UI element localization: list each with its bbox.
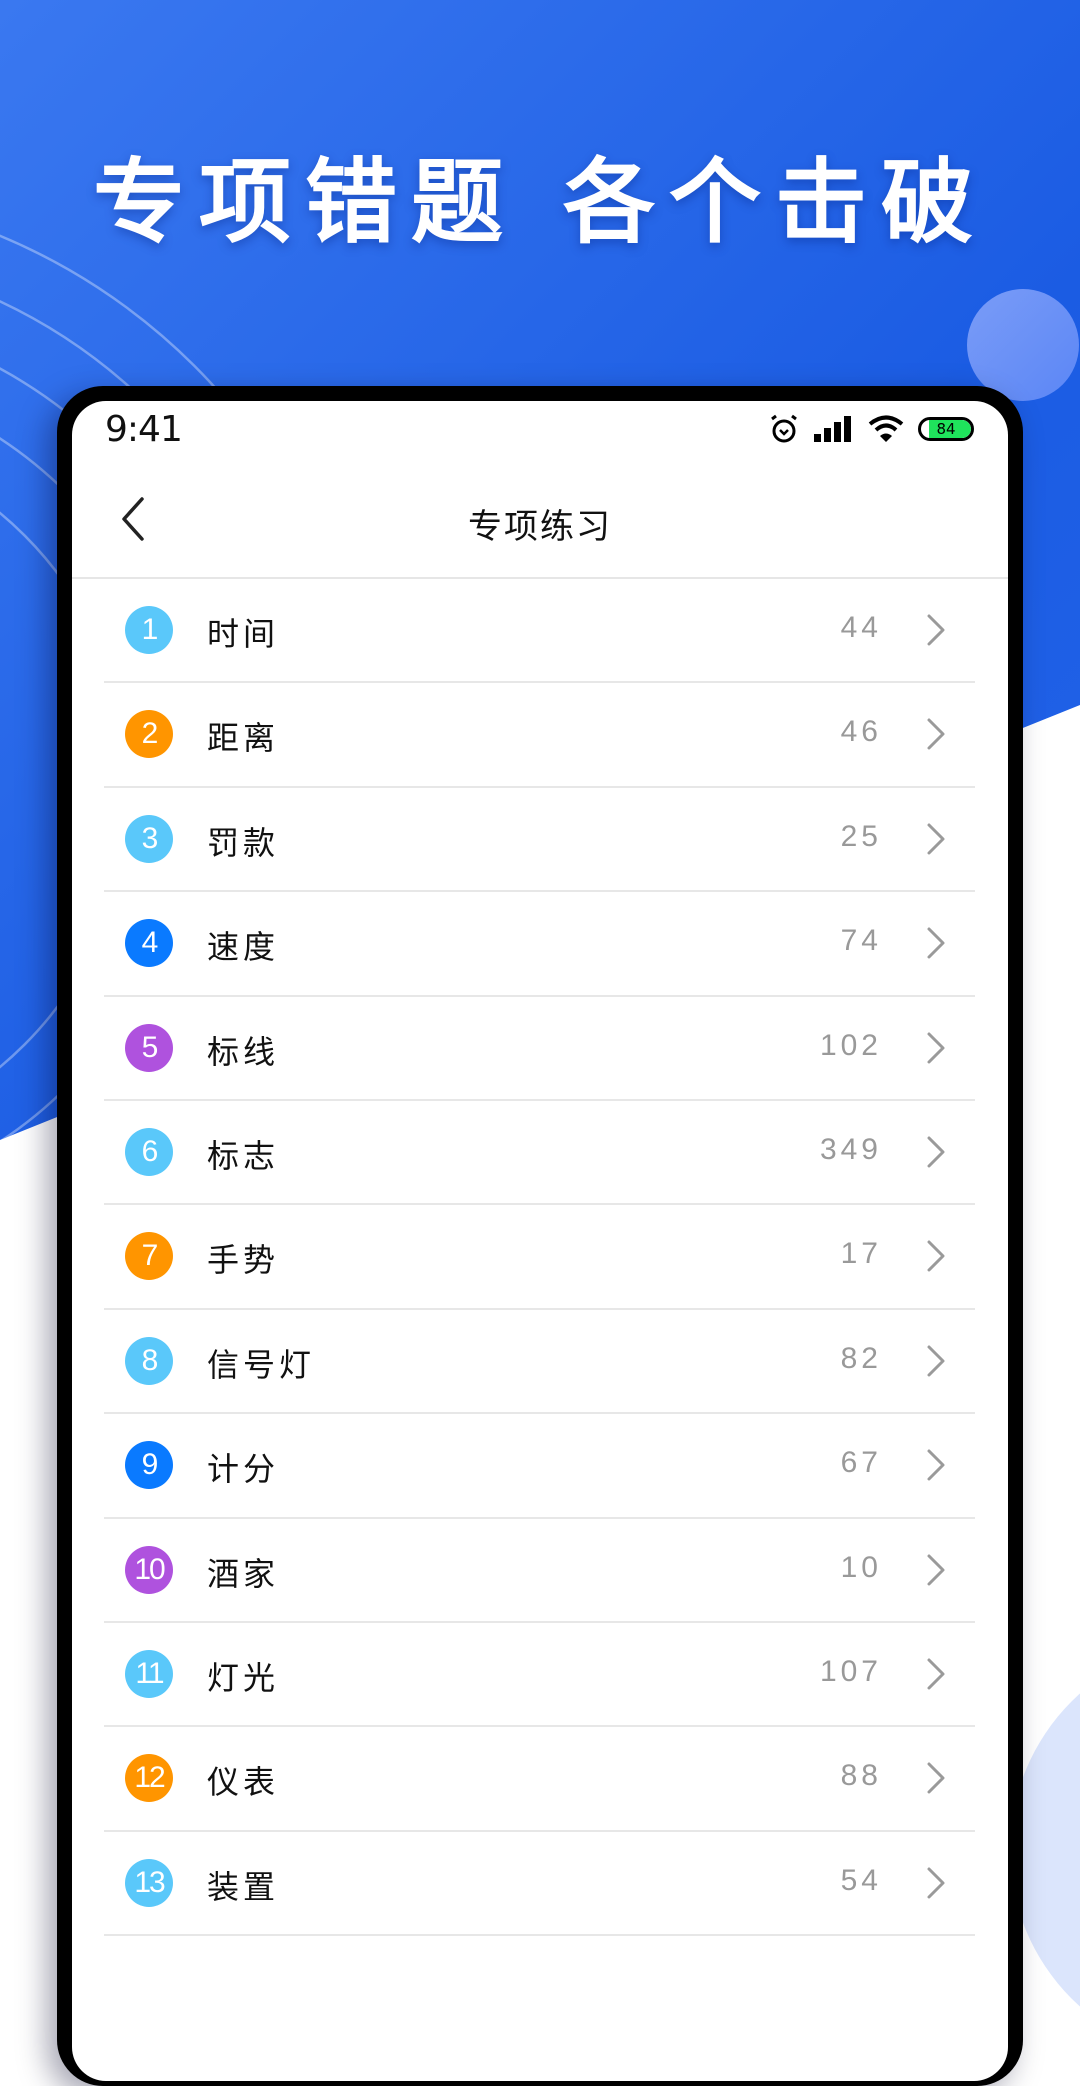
- list-item[interactable]: 2 距离 46: [72, 683, 1008, 789]
- question-count: 88: [840, 1759, 882, 1793]
- chevron-right-icon: [927, 1554, 945, 1586]
- question-count: 54: [840, 1863, 882, 1897]
- index-badge: 10: [125, 1545, 173, 1594]
- question-count: 10: [840, 1550, 882, 1584]
- index-badge: 1: [125, 606, 173, 654]
- chevron-right-icon: [927, 1032, 945, 1064]
- phone-frame: 9:41 84 专项练习 1 时间 44 2 距离 46 3 罚款 25 4 速…: [57, 386, 1023, 2086]
- list-item[interactable]: 9 计分 67: [72, 1414, 1008, 1519]
- battery-icon: 84: [918, 417, 974, 441]
- decorative-circle: [967, 289, 1079, 401]
- index-badge: 7: [125, 1232, 173, 1281]
- status-time: 9:41: [105, 409, 183, 450]
- index-badge: 13: [125, 1858, 173, 1907]
- chevron-right-icon: [927, 1345, 945, 1377]
- chevron-right-icon: [927, 927, 945, 959]
- list-item[interactable]: 8 信号灯 82: [72, 1310, 1008, 1415]
- question-count: 107: [819, 1654, 882, 1688]
- chevron-right-icon: [927, 1449, 945, 1481]
- category-label: 距离: [207, 719, 280, 758]
- chevron-right-icon: [927, 1867, 945, 1899]
- index-badge: 11: [125, 1649, 173, 1698]
- chevron-right-icon: [927, 1658, 945, 1690]
- index-badge: 9: [125, 1441, 173, 1490]
- chevron-right-icon: [927, 614, 945, 646]
- category-label: 手势: [207, 1241, 280, 1280]
- category-label: 信号灯: [207, 1345, 316, 1384]
- wifi-icon: [868, 415, 904, 443]
- question-count: 74: [840, 924, 882, 958]
- category-label: 酒家: [207, 1554, 280, 1593]
- list-item[interactable]: 13 装置 54: [72, 1832, 1008, 1937]
- category-label: 仪表: [207, 1763, 280, 1802]
- category-label: 计分: [207, 1450, 280, 1489]
- list-item[interactable]: 11 灯光 107: [72, 1623, 1008, 1728]
- signal-icon: [814, 416, 854, 442]
- index-badge: 6: [125, 1127, 173, 1176]
- category-label: 时间: [207, 615, 280, 653]
- page-title: 专项练习: [468, 507, 612, 547]
- list-item[interactable]: 10 酒家 10: [72, 1519, 1008, 1624]
- category-label: 灯光: [207, 1658, 280, 1697]
- list-item[interactable]: 3 罚款 25: [72, 788, 1008, 893]
- index-badge: 5: [125, 1023, 173, 1072]
- category-list: 1 时间 44 2 距离 46 3 罚款 25 4 速度 74 5 标线 102: [72, 579, 1008, 1937]
- alarm-icon: [768, 413, 800, 445]
- list-item[interactable]: 5 标线 102: [72, 997, 1008, 1102]
- index-badge: 12: [125, 1754, 173, 1803]
- status-icons: 84: [768, 409, 974, 449]
- status-bar: 9:41 84: [72, 401, 1008, 461]
- list-item[interactable]: 12 仪表 88: [72, 1727, 1008, 1833]
- question-count: 44: [840, 611, 882, 644]
- chevron-right-icon: [927, 1762, 945, 1794]
- chevron-right-icon: [927, 1240, 945, 1272]
- index-badge: 2: [125, 710, 173, 759]
- category-label: 装置: [207, 1867, 280, 1906]
- category-label: 罚款: [207, 823, 280, 862]
- index-badge: 4: [125, 919, 173, 968]
- category-label: 标志: [207, 1136, 280, 1175]
- question-count: 25: [840, 819, 882, 853]
- question-count: 46: [840, 715, 882, 749]
- chevron-right-icon: [927, 823, 945, 855]
- list-item[interactable]: 6 标志 349: [72, 1101, 1008, 1206]
- index-badge: 3: [125, 814, 173, 863]
- question-count: 102: [819, 1028, 882, 1062]
- question-count: 17: [840, 1237, 882, 1271]
- list-item[interactable]: 4 速度 74: [72, 892, 1008, 997]
- category-label: 速度: [207, 928, 280, 967]
- index-badge: 8: [125, 1336, 173, 1385]
- question-count: 67: [840, 1446, 882, 1480]
- nav-bar: 专项练习: [72, 461, 1008, 579]
- category-label: 标线: [207, 1032, 280, 1071]
- phone-screen: 9:41 84 专项练习 1 时间 44 2 距离 46 3 罚款 25 4 速…: [72, 401, 1008, 2081]
- battery-level: 84: [936, 420, 956, 438]
- list-item[interactable]: 1 时间 44: [72, 579, 1008, 684]
- question-count: 82: [840, 1341, 882, 1375]
- chevron-right-icon: [927, 718, 945, 750]
- list-item[interactable]: 7 手势 17: [72, 1205, 1008, 1311]
- question-count: 349: [819, 1132, 882, 1166]
- banner-headline: 专项错题 各个击破: [92, 149, 988, 256]
- chevron-right-icon: [927, 1136, 945, 1168]
